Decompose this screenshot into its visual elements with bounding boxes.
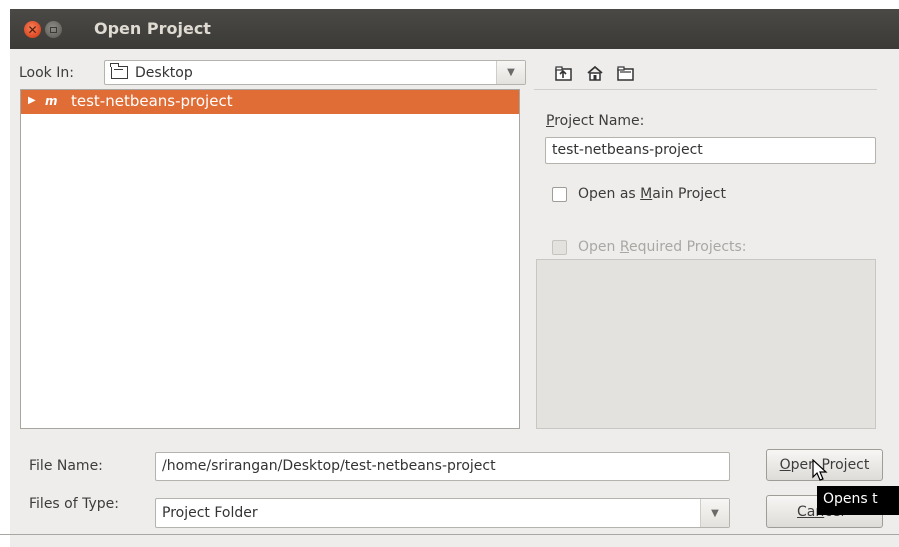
folder-icon (110, 63, 128, 79)
window-title: Open Project (94, 19, 211, 38)
project-name-label: Project Name: (546, 113, 645, 129)
open-required-checkbox[interactable] (552, 240, 567, 255)
new-folder-icon[interactable] (617, 65, 635, 83)
divider (534, 89, 877, 90)
maven-project-icon: m (45, 94, 58, 108)
title-bar: ✕ Open Project (10, 9, 899, 49)
up-folder-icon[interactable] (555, 65, 573, 83)
file-name-value: /home/srirangan/Desktop/test-netbeans-pr… (162, 458, 496, 474)
expand-arrow-icon[interactable]: ▶ (28, 95, 36, 106)
home-icon[interactable] (586, 65, 604, 83)
look-in-value: Desktop (135, 65, 193, 81)
open-main-label[interactable]: Open as Main Project (578, 186, 726, 202)
minimize-icon[interactable] (45, 21, 62, 38)
file-list[interactable]: ▶ m test-netbeans-project (20, 89, 520, 429)
divider (0, 534, 899, 535)
look-in-label: Look In: (19, 65, 74, 81)
files-of-type-label: Files of Type: (29, 496, 119, 512)
required-projects-list (536, 259, 876, 429)
project-name-field[interactable]: test-netbeans-project (545, 137, 876, 164)
open-main-checkbox[interactable] (552, 187, 567, 202)
chevron-down-icon[interactable]: ▼ (496, 61, 525, 84)
files-of-type-value: Project Folder (162, 505, 258, 521)
list-item-label: test-netbeans-project (71, 92, 233, 110)
mouse-pointer-icon (812, 459, 828, 481)
look-in-select[interactable]: Desktop ▼ (104, 60, 526, 85)
list-item[interactable]: ▶ m test-netbeans-project (21, 90, 519, 114)
project-name-value: test-netbeans-project (552, 142, 703, 158)
tooltip: Opens t (817, 486, 899, 515)
file-name-field[interactable]: /home/srirangan/Desktop/test-netbeans-pr… (155, 452, 730, 481)
open-required-label: Open Required Projects: (578, 239, 747, 255)
chevron-down-icon[interactable]: ▼ (700, 499, 729, 527)
files-of-type-select[interactable]: Project Folder ▼ (155, 498, 730, 528)
file-name-label: File Name: (29, 458, 103, 474)
close-icon[interactable]: ✕ (24, 21, 41, 38)
